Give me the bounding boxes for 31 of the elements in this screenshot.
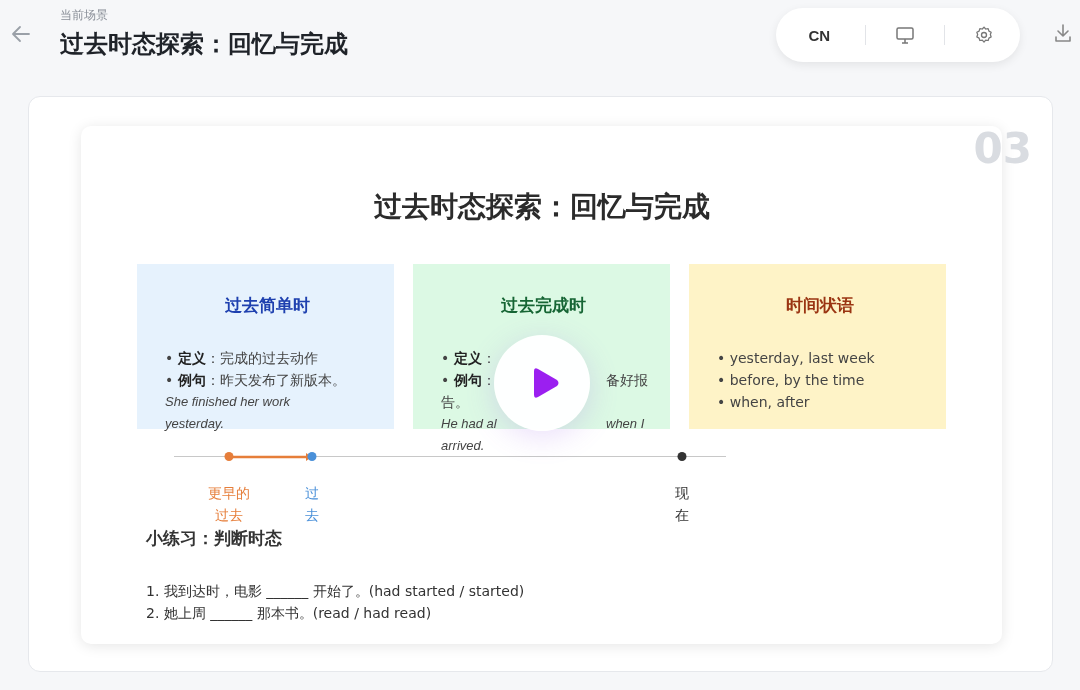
- page-title: 过去时态探索：回忆与完成: [60, 29, 348, 60]
- list-item: • yesterday, last week: [717, 349, 876, 368]
- settings-icon[interactable]: [973, 25, 994, 45]
- example-sentence: when I: [606, 415, 645, 433]
- scene-caption: 当前场景: [60, 7, 109, 24]
- timeline-label: 现在: [674, 484, 689, 525]
- timeline-label: 更早的过去: [208, 484, 251, 525]
- back-arrow-icon[interactable]: [10, 23, 32, 45]
- example-sentence: arrived.: [441, 437, 485, 455]
- download-icon[interactable]: [1053, 23, 1073, 43]
- practice-question: 2. 她上周 ______ 那本书。(read / had read): [146, 604, 433, 623]
- language-button[interactable]: CN: [802, 25, 837, 45]
- card-title: 过去完成时: [500, 294, 587, 317]
- definition-text: • 定义：: [441, 349, 496, 368]
- definition-text: • 例句：: [441, 371, 496, 390]
- practice-heading: 小练习：判断时态: [146, 527, 283, 550]
- slide-title: 过去时态探索：回忆与完成: [372, 189, 711, 225]
- card-title: 过去简单时: [224, 294, 311, 317]
- definition-text: • 定义：完成的过去动作: [165, 349, 318, 368]
- card-title: 时间状语: [784, 294, 855, 317]
- example-sentence: She finished her work: [165, 393, 290, 411]
- practice-question: 1. 我到达时，电影 ______ 开始了。(had started / started): [146, 582, 526, 601]
- example-sentence: He had al: [441, 415, 497, 433]
- definition-text: • 例句：昨天发布了新版本。: [165, 371, 346, 390]
- definition-text: 告。: [441, 393, 469, 412]
- list-item: • when, after: [717, 393, 811, 412]
- definition-text: 备好报: [606, 371, 648, 390]
- timeline-label: 过去: [305, 484, 319, 525]
- monitor-icon[interactable]: [894, 25, 915, 45]
- example-sentence: yesterday.: [165, 415, 224, 433]
- list-item: • before, by the time: [717, 371, 866, 390]
